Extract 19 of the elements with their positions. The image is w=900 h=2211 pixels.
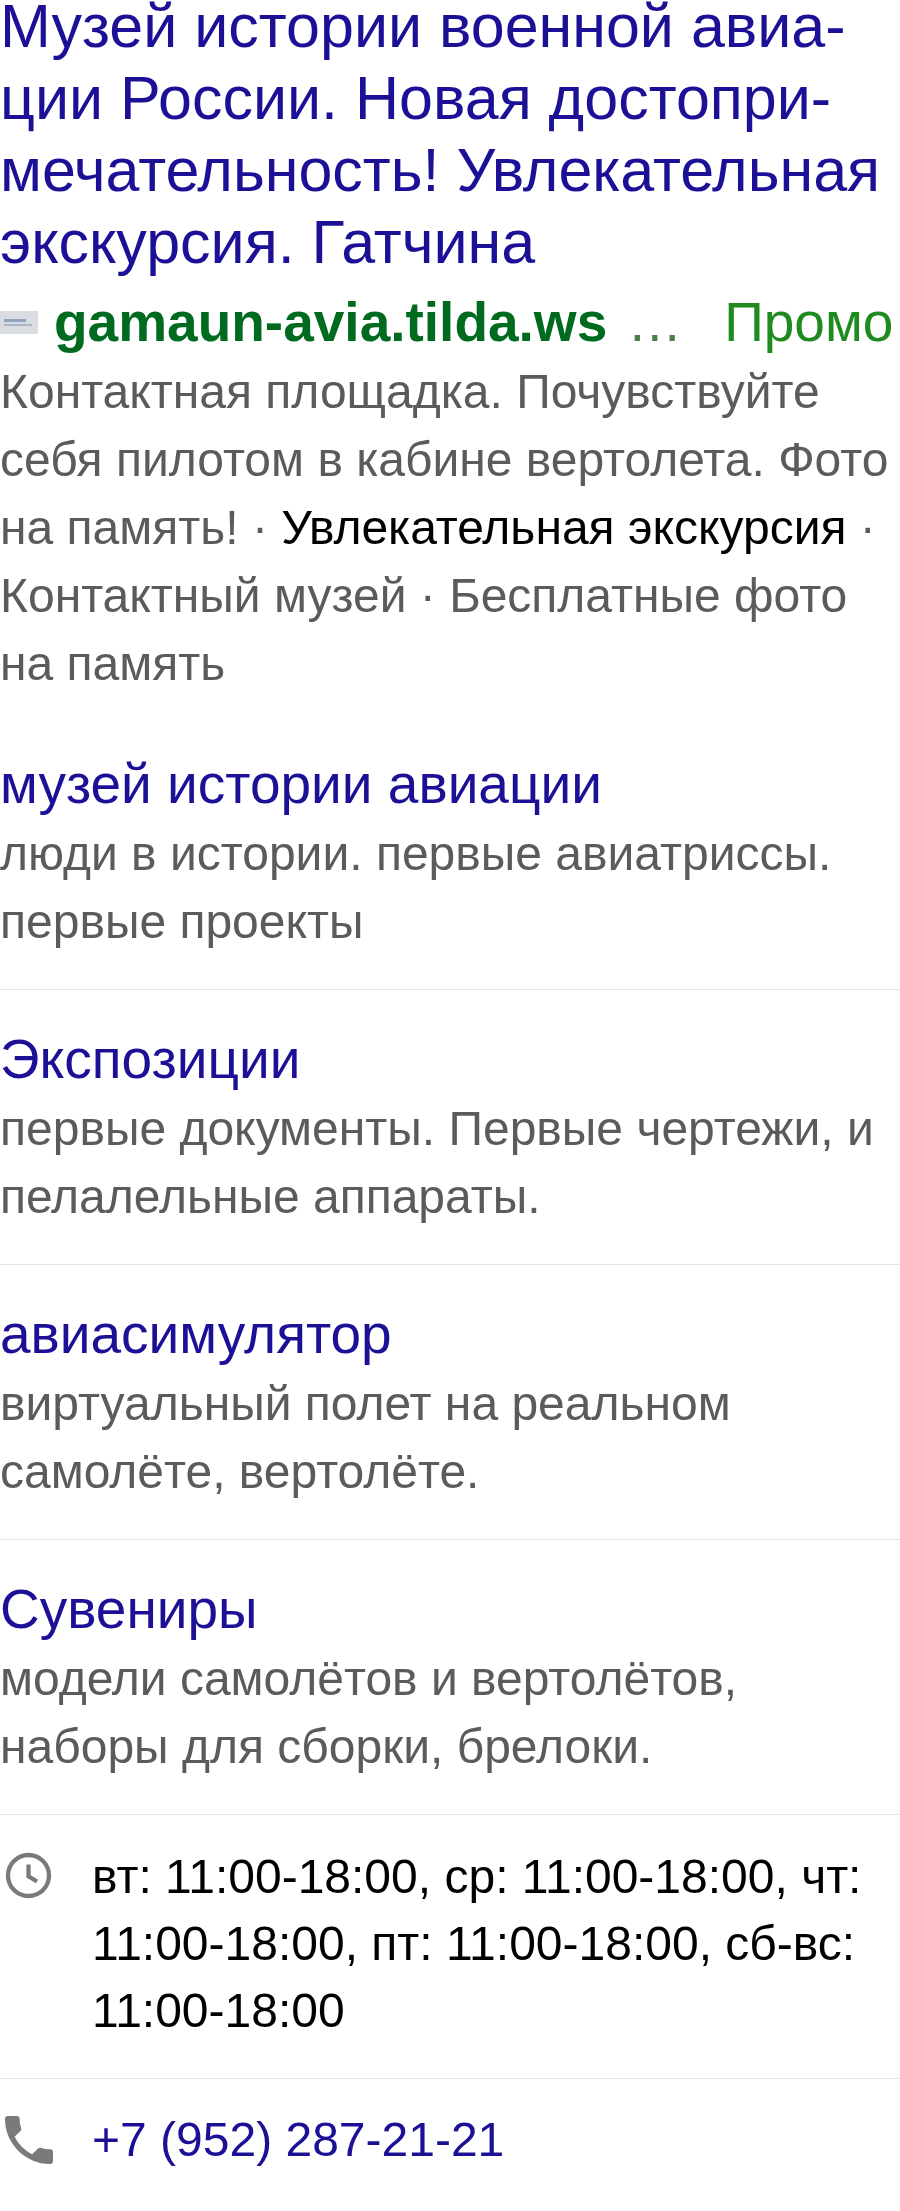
url-ellipsis: …	[627, 290, 683, 354]
sitelink-title[interactable]: Сувениры	[0, 1575, 900, 1643]
clock-icon	[5, 1852, 52, 1899]
phone-link[interactable]: +7 (952) 287-21-21	[92, 2106, 505, 2174]
sitelink-description: модели самолётов и вертолётов, наборы для сборки, брелоки.	[0, 1651, 739, 1775]
quick-link[interactable]: Увлекательная экскурсия	[281, 501, 847, 554]
domain-link[interactable]: gamaun-avia.tilda.ws	[54, 290, 608, 354]
sitelink-title[interactable]: музей истории авиации	[0, 750, 900, 818]
favicon-icon	[0, 310, 38, 334]
sitelink-title[interactable]: авиасимулятор	[0, 1300, 900, 1368]
ad-description: Контактная площадка. Почувствуйте себя пилотом в кабине вертолета. Фото на память! · Увлекательная экскурсия · Контактный музей · Бесплатные фото на память	[0, 364, 890, 692]
opening-hours: вт: 11:00-18:00, ср: 11:00-18:00, чт: 11:00-18:00, пт: 11:00-18:00, сб-вс: 11:00-18:00	[92, 1849, 863, 2039]
sitelink-description: виртуальный полет на реальном самолёте, вертолёте.	[0, 1376, 732, 1500]
phone-icon	[5, 2116, 53, 2164]
sitelink-description: люди в истории. первые авиатриссы. первые проекты	[0, 826, 833, 950]
sitelink-description: первые документы. Первые чертежи, и пелалельные аппараты.	[0, 1101, 875, 1225]
promo-label: Промо	[724, 290, 894, 354]
sitelink-title[interactable]: Экспозиции	[0, 1025, 900, 1093]
ad-title-link[interactable]: Музей истории военной авиа- ции России. Новая достопри- мечательность! Увлекательная экскурсия. Гатчина	[0, 0, 900, 278]
